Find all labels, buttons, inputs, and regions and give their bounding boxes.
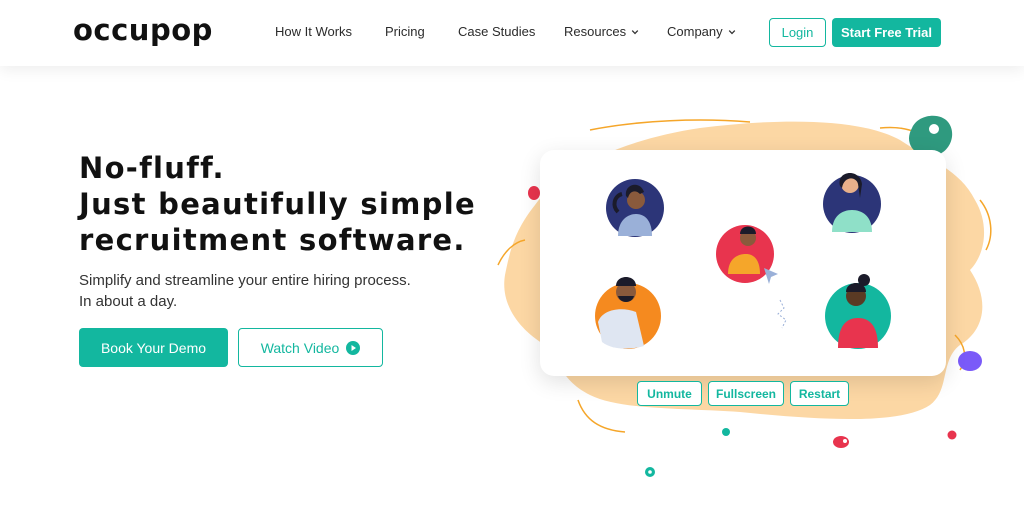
play-icon xyxy=(346,340,361,355)
nav-how-it-works[interactable]: How It Works xyxy=(275,24,352,39)
watch-video-button[interactable]: Watch Video xyxy=(238,328,383,367)
nav-resources[interactable]: Resources xyxy=(564,24,639,39)
nav-label: Case Studies xyxy=(458,24,536,39)
hero-subtitle-line: In about a day. xyxy=(79,293,178,310)
restart-button[interactable]: Restart xyxy=(790,381,849,406)
nav-case-studies[interactable]: Case Studies xyxy=(458,24,535,39)
start-free-trial-button[interactable]: Start Free Trial xyxy=(832,18,941,47)
nav-pricing[interactable]: Pricing xyxy=(385,24,425,39)
video-card[interactable] xyxy=(540,150,946,376)
nav-label: Company xyxy=(667,24,723,39)
logo[interactable]: occupop xyxy=(73,13,213,47)
hero-subtitle-line: Simplify and streamline your entire hiri… xyxy=(79,272,411,289)
avatar-illustration xyxy=(606,179,664,237)
hero-title-line: No-fluff. xyxy=(79,151,225,185)
unmute-button[interactable]: Unmute xyxy=(637,381,702,406)
book-demo-button[interactable]: Book Your Demo xyxy=(79,328,228,367)
site-header: occupop How It Works Pricing Case Studie… xyxy=(0,0,1024,66)
chevron-down-icon xyxy=(631,29,639,34)
hero-subtitle: Simplify and streamline your entire hiri… xyxy=(79,270,411,312)
login-button[interactable]: Login xyxy=(769,18,826,47)
avatar-illustration xyxy=(825,274,891,349)
team-illustration xyxy=(595,172,891,349)
hero-title-line: recruitment software. xyxy=(79,223,466,257)
avatar-illustration xyxy=(823,172,881,233)
avatar-illustration xyxy=(716,225,778,284)
nav-label: Resources xyxy=(564,24,627,39)
fullscreen-button[interactable]: Fullscreen xyxy=(708,381,784,406)
nav-label: Pricing xyxy=(385,24,425,39)
hero-title: No-fluff. Just beautifully simple recrui… xyxy=(79,150,476,258)
watch-video-label: Watch Video xyxy=(260,339,340,356)
chevron-down-icon xyxy=(728,29,735,34)
hero-title-line: Just beautifully simple xyxy=(79,187,476,221)
nav-company[interactable]: Company xyxy=(667,24,736,39)
avatar-illustration xyxy=(595,277,661,349)
nav-label: How It Works xyxy=(275,24,353,39)
